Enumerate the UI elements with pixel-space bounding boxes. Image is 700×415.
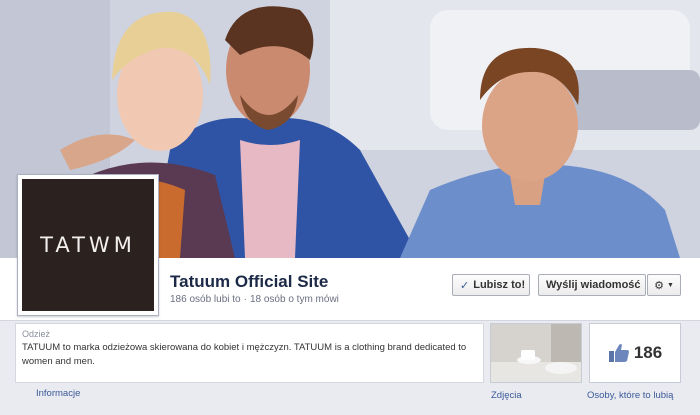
thumbs-up-icon: [608, 344, 629, 362]
profile-logo-area: TATWM: [22, 179, 154, 311]
about-category: Odzież: [22, 329, 51, 339]
brand-logo: TATWM: [40, 233, 136, 257]
likes-stat[interactable]: 186 osób lubi to: [170, 294, 241, 305]
check-icon: ✓: [460, 279, 470, 292]
gear-icon: ⚙: [654, 279, 664, 292]
likes-tile[interactable]: 186: [589, 323, 681, 383]
photos-thumbnail-image: [491, 324, 581, 382]
settings-menu-button[interactable]: ⚙ ▼: [647, 274, 681, 296]
chevron-down-icon: ▼: [666, 281, 674, 289]
photos-link[interactable]: Zdjęcia: [491, 390, 522, 401]
page-title[interactable]: Tatuum Official Site: [170, 272, 328, 292]
likes-count: 186: [633, 343, 663, 362]
about-description: TATUUM to marka odzieżowa skierowana do …: [22, 342, 467, 367]
likes-link[interactable]: Osoby, które to lubią: [587, 390, 673, 401]
stats-separator: ·: [243, 294, 247, 305]
like-button[interactable]: ✓ Lubisz to!: [452, 274, 530, 296]
like-button-label: Lubisz to!: [473, 279, 526, 291]
talking-stat[interactable]: 18 osób o tym mówi: [250, 294, 339, 305]
send-message-label: Wyślij wiadomość: [546, 279, 641, 291]
about-link[interactable]: Informacje: [36, 388, 80, 399]
profile-picture[interactable]: TATWM: [17, 174, 159, 316]
send-message-button[interactable]: Wyślij wiadomość: [538, 274, 646, 296]
page-stats: 186 osób lubi to · 18 osób o tym mówi: [170, 294, 339, 305]
photos-thumbnail[interactable]: [490, 323, 582, 383]
